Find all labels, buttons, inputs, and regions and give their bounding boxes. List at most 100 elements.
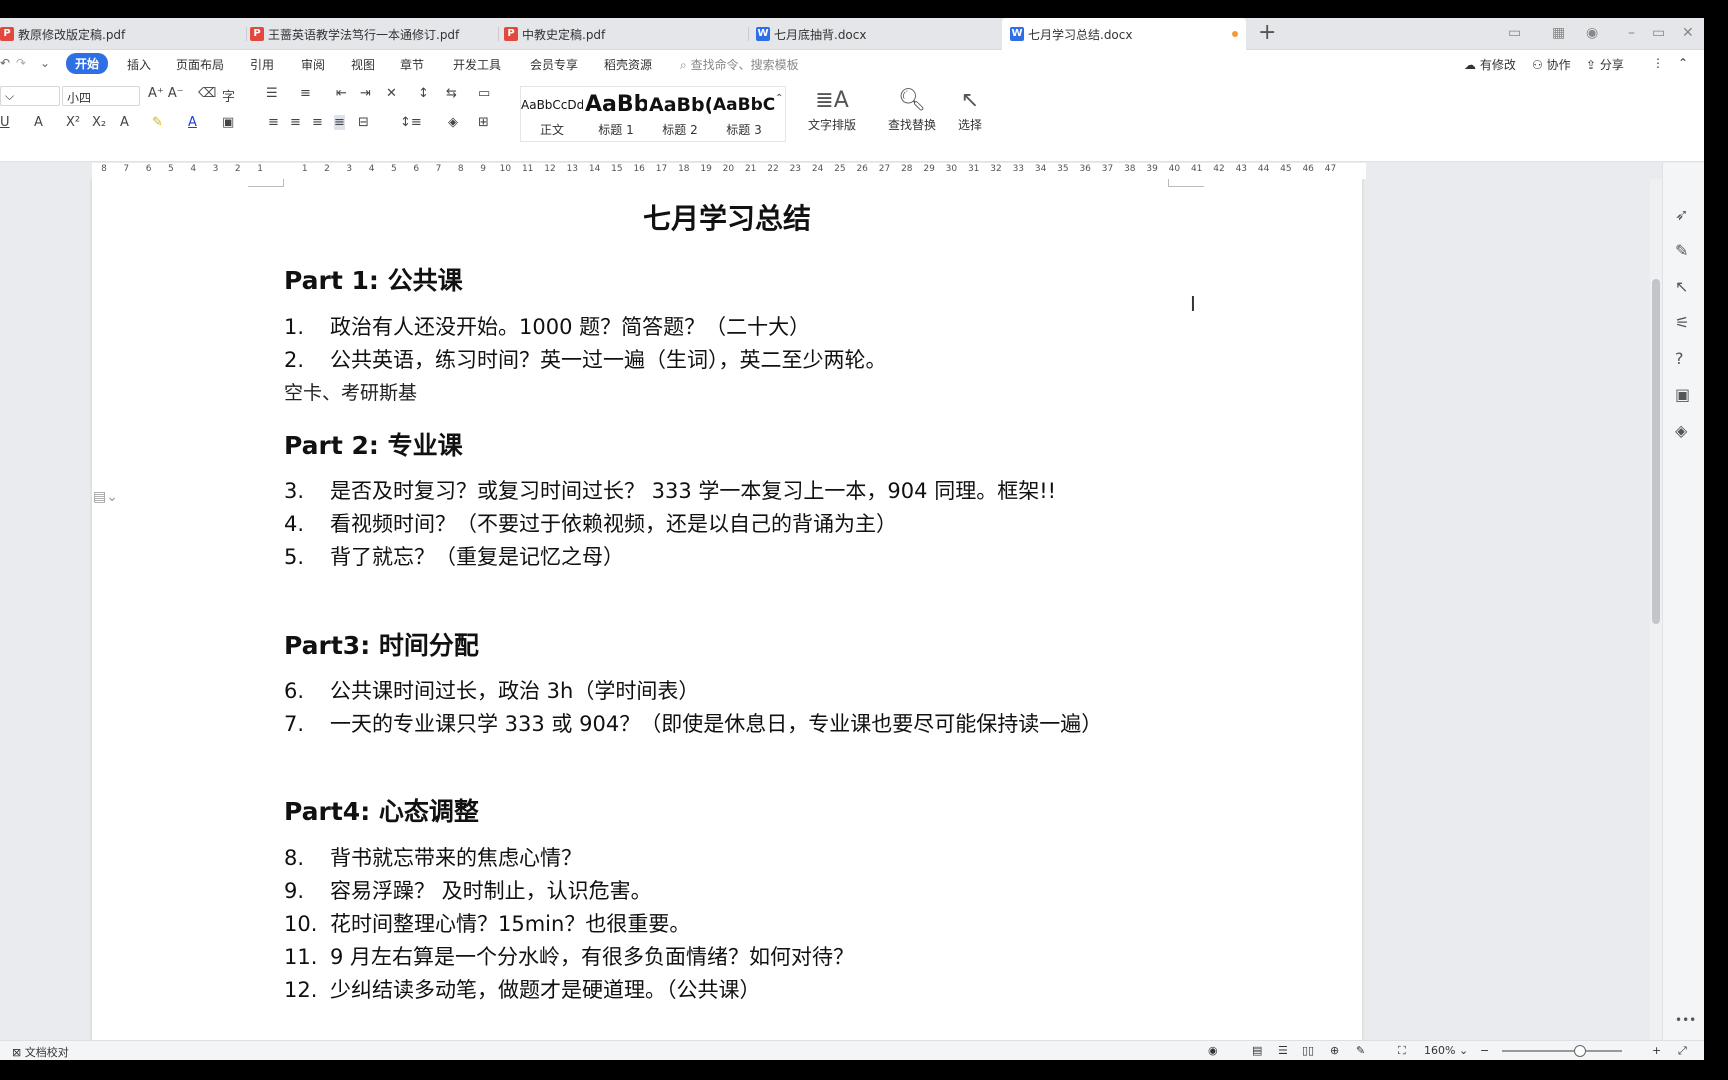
tab-doc-qiyuedi[interactable]: W 七月底抽背.docx: [756, 18, 996, 50]
fullscreen-icon[interactable]: ⤢: [1678, 1044, 1687, 1058]
distributed-icon[interactable]: ⊟: [358, 115, 369, 130]
collapse-ribbon-icon[interactable]: ⌃: [1678, 56, 1688, 70]
menu-tab-start[interactable]: 开始: [66, 53, 109, 74]
style-normal[interactable]: AaBbCcDd 正文: [521, 87, 583, 143]
outline-view-icon[interactable]: ☰: [1278, 1044, 1288, 1057]
strikethrough-icon[interactable]: A: [34, 115, 43, 130]
underline-icon[interactable]: U: [0, 115, 10, 130]
indent-icon[interactable]: ⇥: [360, 86, 371, 101]
tab-pdf-wangqiang[interactable]: P 王蔷英语教学法笃行一本通修订.pdf: [250, 18, 490, 50]
vertical-scrollbar[interactable]: [1650, 179, 1662, 1040]
paragraph-handle-icon[interactable]: ▤⌄: [93, 489, 118, 505]
bullet-list-icon[interactable]: ☰: [266, 86, 278, 101]
minimize-icon[interactable]: –: [1628, 25, 1635, 41]
tab-doc-active[interactable]: W 七月学习总结.docx: [1002, 18, 1246, 50]
document-page[interactable]: 七月学习总结 Part 1: 公共课 1. 政治有人还没开始。1000 题？简答题…: [92, 179, 1362, 1040]
scrollbar-thumb[interactable]: [1652, 279, 1660, 624]
ruler-tick-label: 41: [1190, 164, 1203, 174]
menu-tab-devtools[interactable]: 开发工具: [453, 56, 501, 73]
share-button[interactable]: ⇪ 分享: [1586, 56, 1624, 73]
font-family-select[interactable]: ⌵: [0, 86, 60, 106]
ruler-toggle-icon[interactable]: ▭: [478, 86, 490, 101]
page-view-icon[interactable]: ▤: [1252, 1044, 1262, 1057]
command-search[interactable]: ⌕ 查找命令、搜索模板: [680, 56, 799, 73]
menu-tab-member[interactable]: 会员专享: [530, 56, 578, 73]
zoom-in-button[interactable]: +: [1652, 1044, 1661, 1057]
cursor-select-icon[interactable]: ↖: [1675, 277, 1688, 296]
image-tool-icon[interactable]: ▣: [1675, 385, 1690, 404]
sliders-icon[interactable]: ⚟: [1675, 313, 1689, 332]
align-center-icon[interactable]: ≡: [290, 115, 301, 130]
more-options-icon[interactable]: ⋮: [1652, 56, 1664, 70]
style-heading2[interactable]: AaBb( 标题 2: [649, 87, 711, 143]
line-spacing-icon[interactable]: ↕≡: [400, 115, 422, 130]
phonetic-icon[interactable]: 字: [222, 86, 235, 105]
collab-button[interactable]: ⚇ 协作: [1532, 56, 1571, 73]
select-button[interactable]: ↖ 选择: [958, 86, 982, 133]
menu-tab-view[interactable]: 视图: [351, 56, 375, 73]
menu-tab-review[interactable]: 审阅: [301, 56, 325, 73]
help-icon[interactable]: ?: [1675, 349, 1684, 368]
show-marks-icon[interactable]: ⇆: [446, 86, 457, 101]
menu-tab-daoke[interactable]: 稻壳资源: [604, 56, 652, 73]
align-left-icon[interactable]: ≡: [268, 115, 279, 130]
menu-tab-references[interactable]: 引用: [250, 56, 274, 73]
zoom-level-select[interactable]: 160% ⌄: [1424, 1044, 1468, 1057]
more-icon[interactable]: •••: [1675, 1013, 1696, 1027]
clear-format-icon[interactable]: ⌫: [198, 86, 216, 101]
section-heading: Part4: 心态调整: [284, 797, 479, 826]
undo-icon[interactable]: ↶: [0, 56, 10, 70]
pen-icon[interactable]: ✎: [1675, 241, 1688, 260]
align-right-icon[interactable]: ≡: [312, 115, 323, 130]
borders-icon[interactable]: ⊞: [478, 115, 489, 130]
tab-pdf-zhongjiaoshi[interactable]: P 中教史定稿.pdf: [504, 18, 744, 50]
zoom-slider[interactable]: [1502, 1050, 1622, 1052]
outdent-icon[interactable]: ⇤: [336, 86, 347, 101]
reading-view-icon[interactable]: ▯▯: [1302, 1044, 1314, 1057]
grow-font-icon[interactable]: A⁺ A⁻: [148, 86, 184, 101]
text-effect-icon[interactable]: A: [120, 115, 129, 130]
tab-pdf-jiaoyuan[interactable]: P 教原修改版定稿.pdf: [0, 18, 240, 50]
layout-icon[interactable]: ▭: [1508, 25, 1521, 41]
subscript-icon[interactable]: X₂: [92, 115, 106, 130]
horizontal-ruler[interactable]: 8 7 6 5 4 3 2 1 1 2 3 4 5 6 7 8 9 10 11 12 13 14 15 16 17 18 19 20 2…: [92, 163, 1366, 179]
highlight-icon[interactable]: ✎: [152, 115, 163, 130]
zoom-out-button[interactable]: −: [1480, 1044, 1489, 1057]
web-view-icon[interactable]: ⊕: [1330, 1044, 1339, 1057]
style-scroll-icon[interactable]: ⌃: [775, 93, 783, 104]
document-canvas[interactable]: 七月学习总结 Part 1: 公共课 1. 政治有人还没开始。1000 题？简答题…: [0, 179, 1650, 1040]
sort-icon[interactable]: ↕: [418, 86, 429, 101]
justify-icon[interactable]: ≡: [334, 115, 345, 130]
redo-icon[interactable]: ↷: [16, 56, 26, 70]
shading-icon[interactable]: ◈: [448, 115, 458, 130]
style-heading1[interactable]: AaBb 标题 1: [585, 87, 647, 143]
menu-tab-chapter[interactable]: 章节: [400, 56, 424, 73]
tab-divider: [246, 27, 247, 41]
close-icon[interactable]: ✕: [1682, 25, 1694, 41]
font-size-select[interactable]: 小四: [62, 86, 140, 106]
menu-tab-layout[interactable]: 页面布局: [176, 56, 224, 73]
restore-icon[interactable]: ▭: [1652, 25, 1665, 41]
location-icon[interactable]: ◈: [1675, 421, 1687, 440]
superscript-icon[interactable]: X²: [66, 115, 80, 130]
eye-protect-icon[interactable]: ◉: [1208, 1044, 1218, 1057]
quick-access-chevron-icon[interactable]: ⌄: [40, 56, 50, 70]
grid-apps-icon[interactable]: ▦: [1552, 25, 1565, 41]
numbered-list-icon[interactable]: ≡: [300, 86, 311, 101]
chinese-layout-icon[interactable]: ✕: [386, 86, 397, 101]
fit-page-icon[interactable]: ⛶: [1398, 1044, 1406, 1058]
proofread-button[interactable]: ⊠ 文档校对: [12, 1044, 69, 1060]
write-mode-icon[interactable]: ✎: [1356, 1044, 1365, 1057]
rocket-icon[interactable]: ➶: [1675, 205, 1688, 224]
modify-status-button[interactable]: ☁ 有修改: [1464, 56, 1516, 73]
find-replace-button[interactable]: 🔍︎ 查找替换: [888, 86, 936, 133]
text-layout-button[interactable]: ≣A 文字排版: [808, 86, 856, 133]
font-color-icon[interactable]: A: [188, 115, 197, 130]
menu-tab-insert[interactable]: 插入: [127, 56, 151, 73]
zoom-slider-knob[interactable]: [1574, 1045, 1586, 1057]
pdf-file-icon: P: [250, 27, 264, 41]
new-tab-button[interactable]: +: [1258, 22, 1276, 44]
style-heading3[interactable]: AaBbC( 标题 3: [713, 87, 775, 143]
char-border-icon[interactable]: ▣: [222, 115, 234, 130]
avatar[interactable]: ◉: [1586, 25, 1598, 41]
